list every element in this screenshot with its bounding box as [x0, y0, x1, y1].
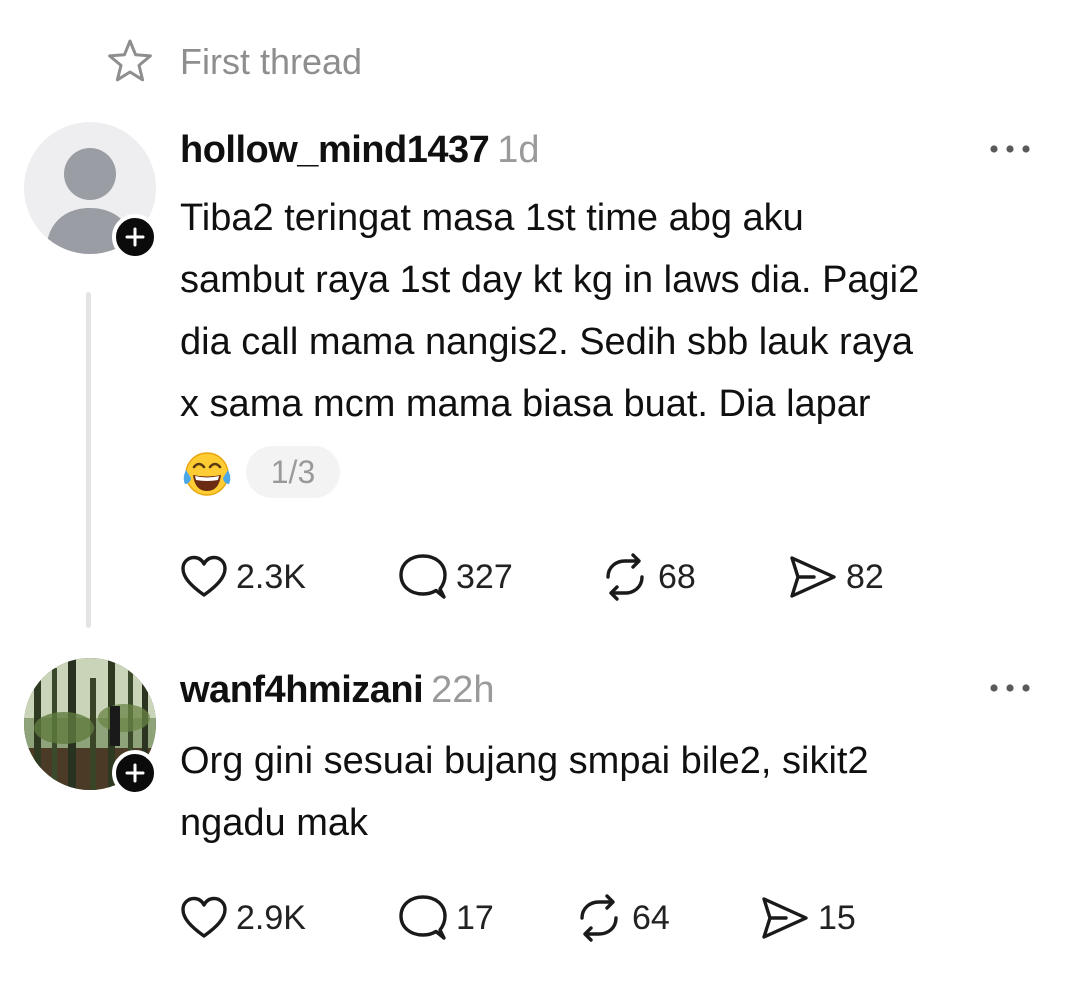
thread-connector-line [86, 292, 91, 628]
username[interactable]: hollow_mind1437 [180, 129, 490, 171]
heart-icon [181, 555, 227, 597]
post-time: 1d [497, 129, 540, 171]
like-count: 2.9K [236, 899, 306, 937]
post-body: Tiba2 teringat masa 1st time abg aku sam… [180, 187, 919, 435]
more-options-icon[interactable] [986, 681, 1034, 695]
reply-button[interactable]: 17 [398, 893, 494, 943]
send-icon [790, 556, 836, 598]
share-count: 15 [818, 899, 856, 937]
repost-icon [580, 894, 618, 942]
more-options-icon[interactable] [986, 142, 1034, 156]
post-body-line: dia call mama nangis2. Sedih sbb lauk ra… [180, 321, 913, 363]
share-count: 82 [846, 558, 884, 596]
post-body-line: x sama mcm mama biasa buat. Dia lapar [180, 383, 871, 425]
page-title: First thread [180, 41, 363, 82]
post-body-line: Tiba2 teringat masa 1st time abg aku [180, 197, 804, 239]
repost-count: 64 [632, 899, 670, 937]
post-body-line: ngadu mak [180, 802, 369, 844]
star-icon[interactable] [106, 38, 154, 84]
repost-count: 68 [658, 558, 696, 596]
plus-icon [125, 227, 145, 247]
username[interactable]: wanf4hmizani [180, 669, 424, 711]
reply-count: 17 [456, 899, 494, 937]
follow-button[interactable] [112, 214, 158, 260]
repost-button[interactable]: 64 [574, 893, 670, 943]
post-body-line: Org gini sesuai bujang smpai bile2, siki… [180, 740, 869, 782]
post-body: Org gini sesuai bujang smpai bile2, siki… [180, 730, 869, 854]
reply-button[interactable]: 327 [398, 552, 513, 602]
post-body-line: sambut raya 1st day kt kg in laws dia. P… [180, 259, 920, 301]
reply-count: 327 [456, 558, 513, 596]
like-count: 2.3K [236, 558, 306, 596]
share-button[interactable]: 82 [788, 552, 884, 602]
repost-icon [606, 553, 644, 601]
post-header: wanf4hmizani 22h [180, 666, 495, 714]
comment-icon [399, 554, 447, 599]
share-button[interactable]: 15 [760, 893, 856, 943]
post-time: 22h [431, 669, 495, 711]
plus-icon [125, 763, 145, 783]
heart-icon [181, 896, 227, 938]
follow-button[interactable] [112, 750, 158, 796]
like-button[interactable]: 2.3K [180, 552, 306, 602]
face-with-tears-of-joy-icon [183, 452, 231, 496]
comment-icon [399, 895, 447, 940]
repost-button[interactable]: 68 [600, 552, 696, 602]
thread-page-indicator: 1/3 [246, 446, 340, 498]
like-button[interactable]: 2.9K [180, 893, 306, 943]
post-header: hollow_mind1437 1d [180, 126, 540, 174]
send-icon [762, 897, 808, 939]
